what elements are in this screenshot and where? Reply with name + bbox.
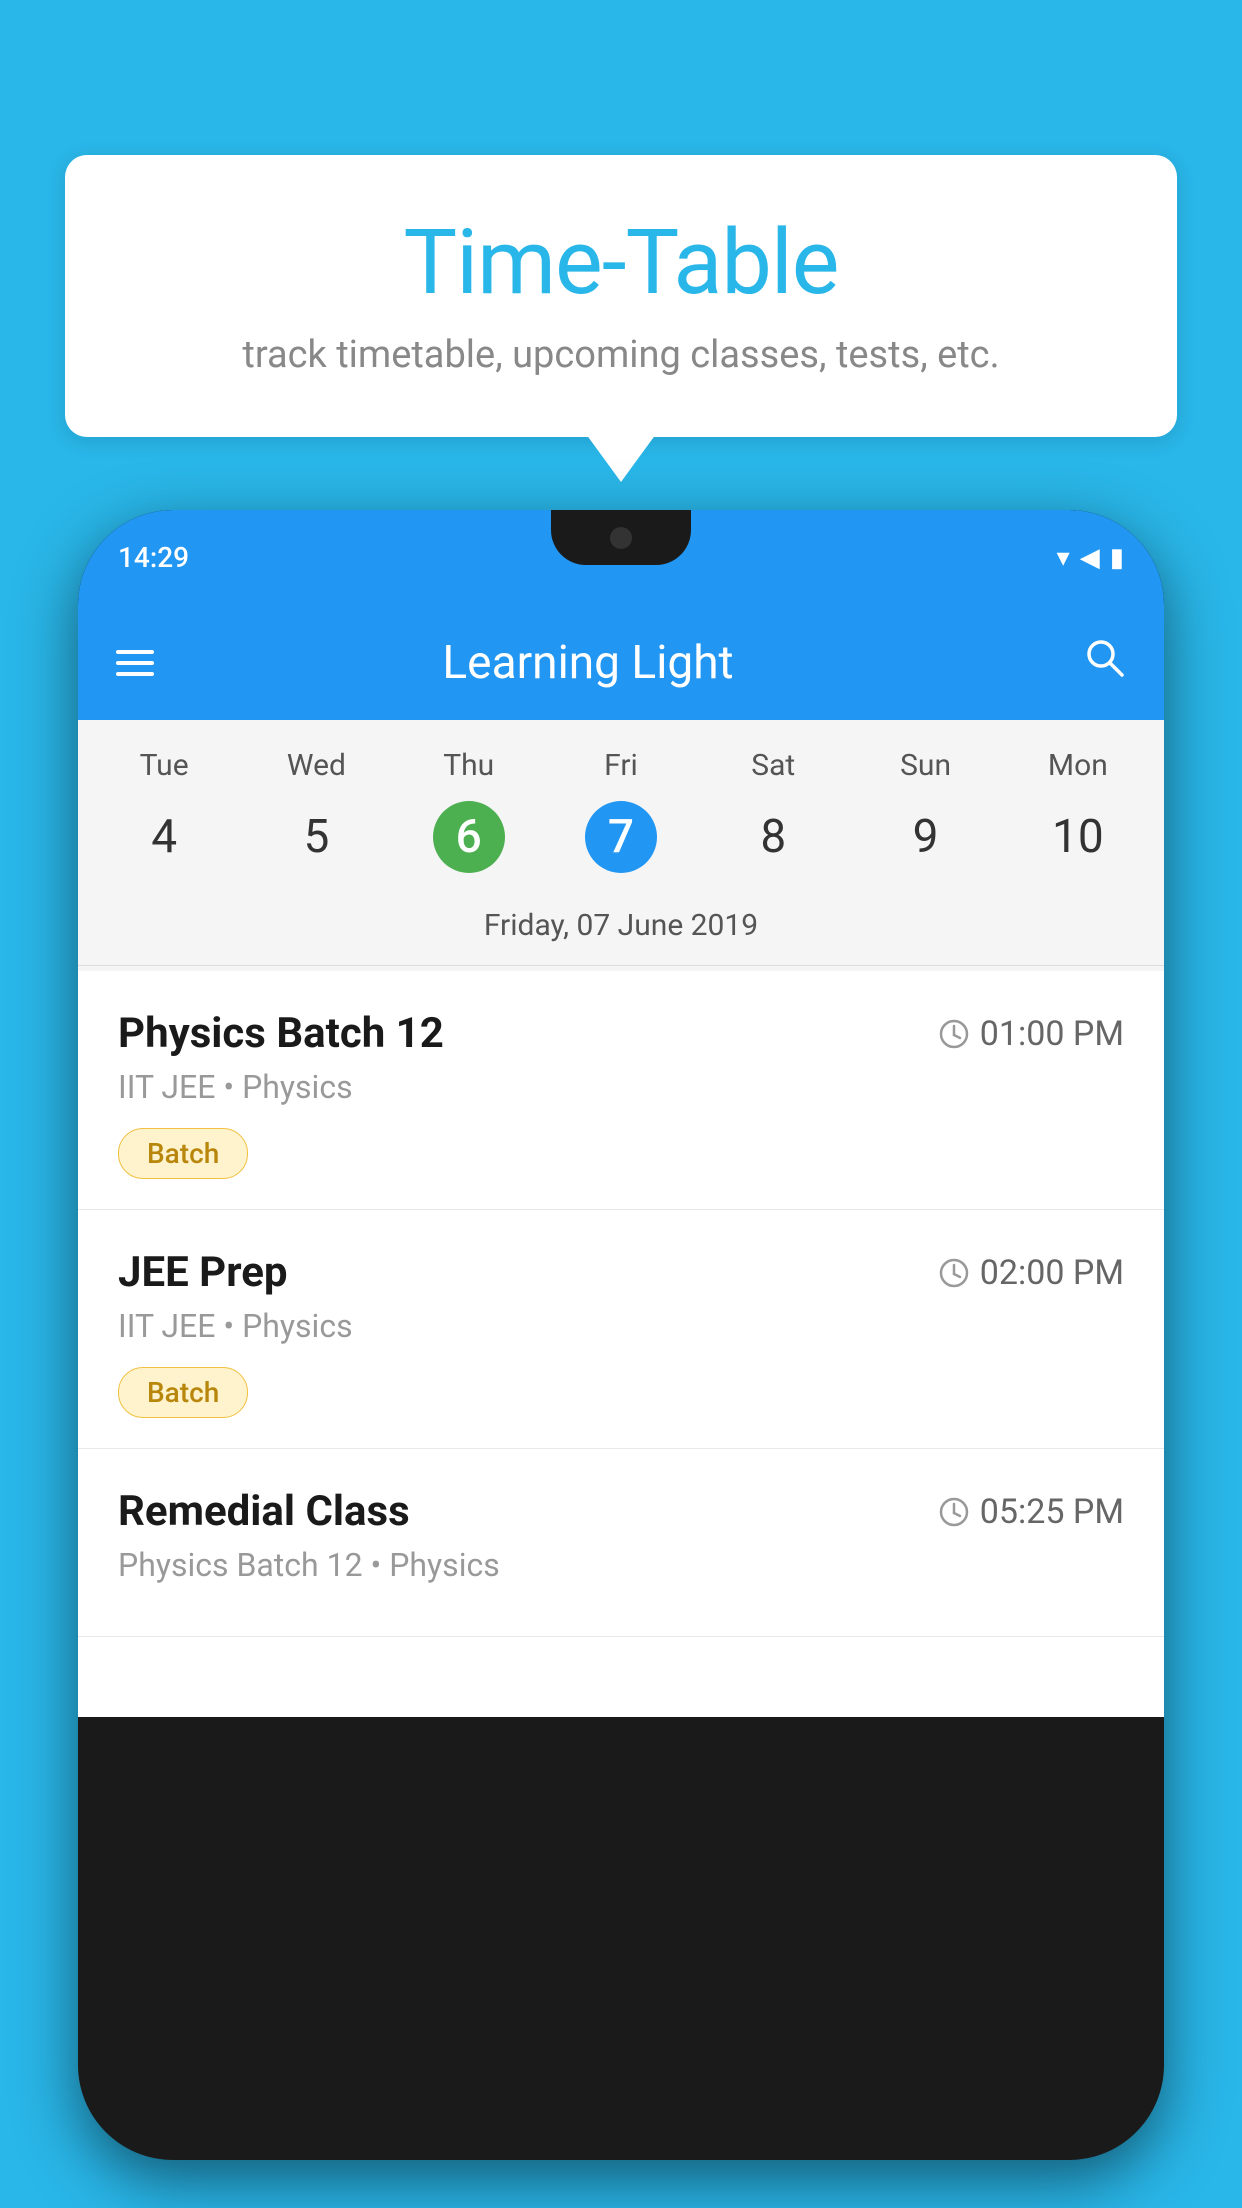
day-number-6: 6	[433, 801, 505, 873]
clock-icon-2	[938, 1257, 970, 1289]
speech-bubble-container: Time-Table track timetable, upcoming cla…	[65, 155, 1177, 437]
status-bar: 14:29 ▾ ◀ ▮	[78, 510, 1164, 605]
phone-screen: 14:29 ▾ ◀ ▮	[78, 510, 1164, 2160]
bubble-title: Time-Table	[125, 210, 1117, 315]
search-button[interactable]	[1082, 635, 1126, 690]
batch-badge-2: Batch	[118, 1367, 248, 1418]
wifi-icon: ▾	[1057, 543, 1070, 573]
class-time-3: 05:25 PM	[938, 1492, 1124, 1532]
day-cell-5[interactable]: 5	[240, 791, 392, 883]
class-name-3: Remedial Class	[118, 1487, 410, 1536]
class-time-1: 01:00 PM	[938, 1014, 1124, 1054]
class-time-2: 02:00 PM	[938, 1253, 1124, 1293]
speech-bubble: Time-Table track timetable, upcoming cla…	[65, 155, 1177, 437]
day-number-9: 9	[890, 801, 962, 873]
phone-wrapper: 14:29 ▾ ◀ ▮	[78, 510, 1164, 2208]
day-cell-10[interactable]: 10	[1002, 791, 1154, 883]
selected-date-label: Friday, 07 June 2019	[78, 898, 1164, 966]
day-number-4: 4	[128, 801, 200, 873]
screen-content: 14:29 ▾ ◀ ▮	[78, 510, 1164, 2080]
schedule-item-header-3: Remedial Class 05:25 PM	[118, 1487, 1124, 1536]
day-cell-6[interactable]: 6	[393, 791, 545, 883]
schedule-list: Physics Batch 12 01:00 PM IIT JEE • Ph	[78, 971, 1164, 1637]
class-detail-3: Physics Batch 12 • Physics	[118, 1546, 1124, 1584]
day-numbers: 4 5 6 7 8	[78, 791, 1164, 883]
day-number-8: 8	[737, 801, 809, 873]
clock-icon-3	[938, 1496, 970, 1528]
batch-badge-1: Batch	[118, 1128, 248, 1179]
day-cell-9[interactable]: 9	[849, 791, 1001, 883]
class-detail-1: IIT JEE • Physics	[118, 1068, 1124, 1106]
schedule-item-3[interactable]: Remedial Class 05:25 PM Physics Batch	[78, 1449, 1164, 1637]
phone-frame: 14:29 ▾ ◀ ▮	[78, 510, 1164, 2160]
notch	[551, 510, 691, 565]
phone-bottom	[78, 1637, 1164, 1717]
schedule-item-header-2: JEE Prep 02:00 PM	[118, 1248, 1124, 1297]
day-cell-7[interactable]: 7	[545, 791, 697, 883]
app-title: Learning Light	[124, 636, 1052, 690]
day-number-5: 5	[280, 801, 352, 873]
day-header-wed: Wed	[240, 740, 392, 791]
day-header-tue: Tue	[88, 740, 240, 791]
day-header-thu: Thu	[393, 740, 545, 791]
day-header-sat: Sat	[697, 740, 849, 791]
battery-icon: ▮	[1110, 543, 1124, 573]
app-bar: Learning Light	[78, 605, 1164, 720]
camera	[610, 527, 632, 549]
day-number-7: 7	[585, 801, 657, 873]
class-name-2: JEE Prep	[118, 1248, 288, 1297]
day-number-10: 10	[1042, 801, 1114, 873]
day-header-mon: Mon	[1002, 740, 1154, 791]
day-headers: Tue Wed Thu Fri Sat Sun Mon	[78, 740, 1164, 791]
day-header-sun: Sun	[849, 740, 1001, 791]
schedule-item-2[interactable]: JEE Prep 02:00 PM IIT JEE • Physics	[78, 1210, 1164, 1449]
bubble-subtitle: track timetable, upcoming classes, tests…	[125, 333, 1117, 377]
day-cell-8[interactable]: 8	[697, 791, 849, 883]
class-name-1: Physics Batch 12	[118, 1009, 444, 1058]
status-icons: ▾ ◀ ▮	[1057, 543, 1124, 573]
schedule-item-header-1: Physics Batch 12 01:00 PM	[118, 1009, 1124, 1058]
day-header-fri: Fri	[545, 740, 697, 791]
calendar-strip: Tue Wed Thu Fri Sat Sun Mon 4 5	[78, 720, 1164, 971]
clock-icon-1	[938, 1018, 970, 1050]
class-detail-2: IIT JEE • Physics	[118, 1307, 1124, 1345]
status-time: 14:29	[118, 541, 189, 574]
day-cell-4[interactable]: 4	[88, 791, 240, 883]
signal-icon: ◀	[1080, 543, 1100, 573]
schedule-item-1[interactable]: Physics Batch 12 01:00 PM IIT JEE • Ph	[78, 971, 1164, 1210]
